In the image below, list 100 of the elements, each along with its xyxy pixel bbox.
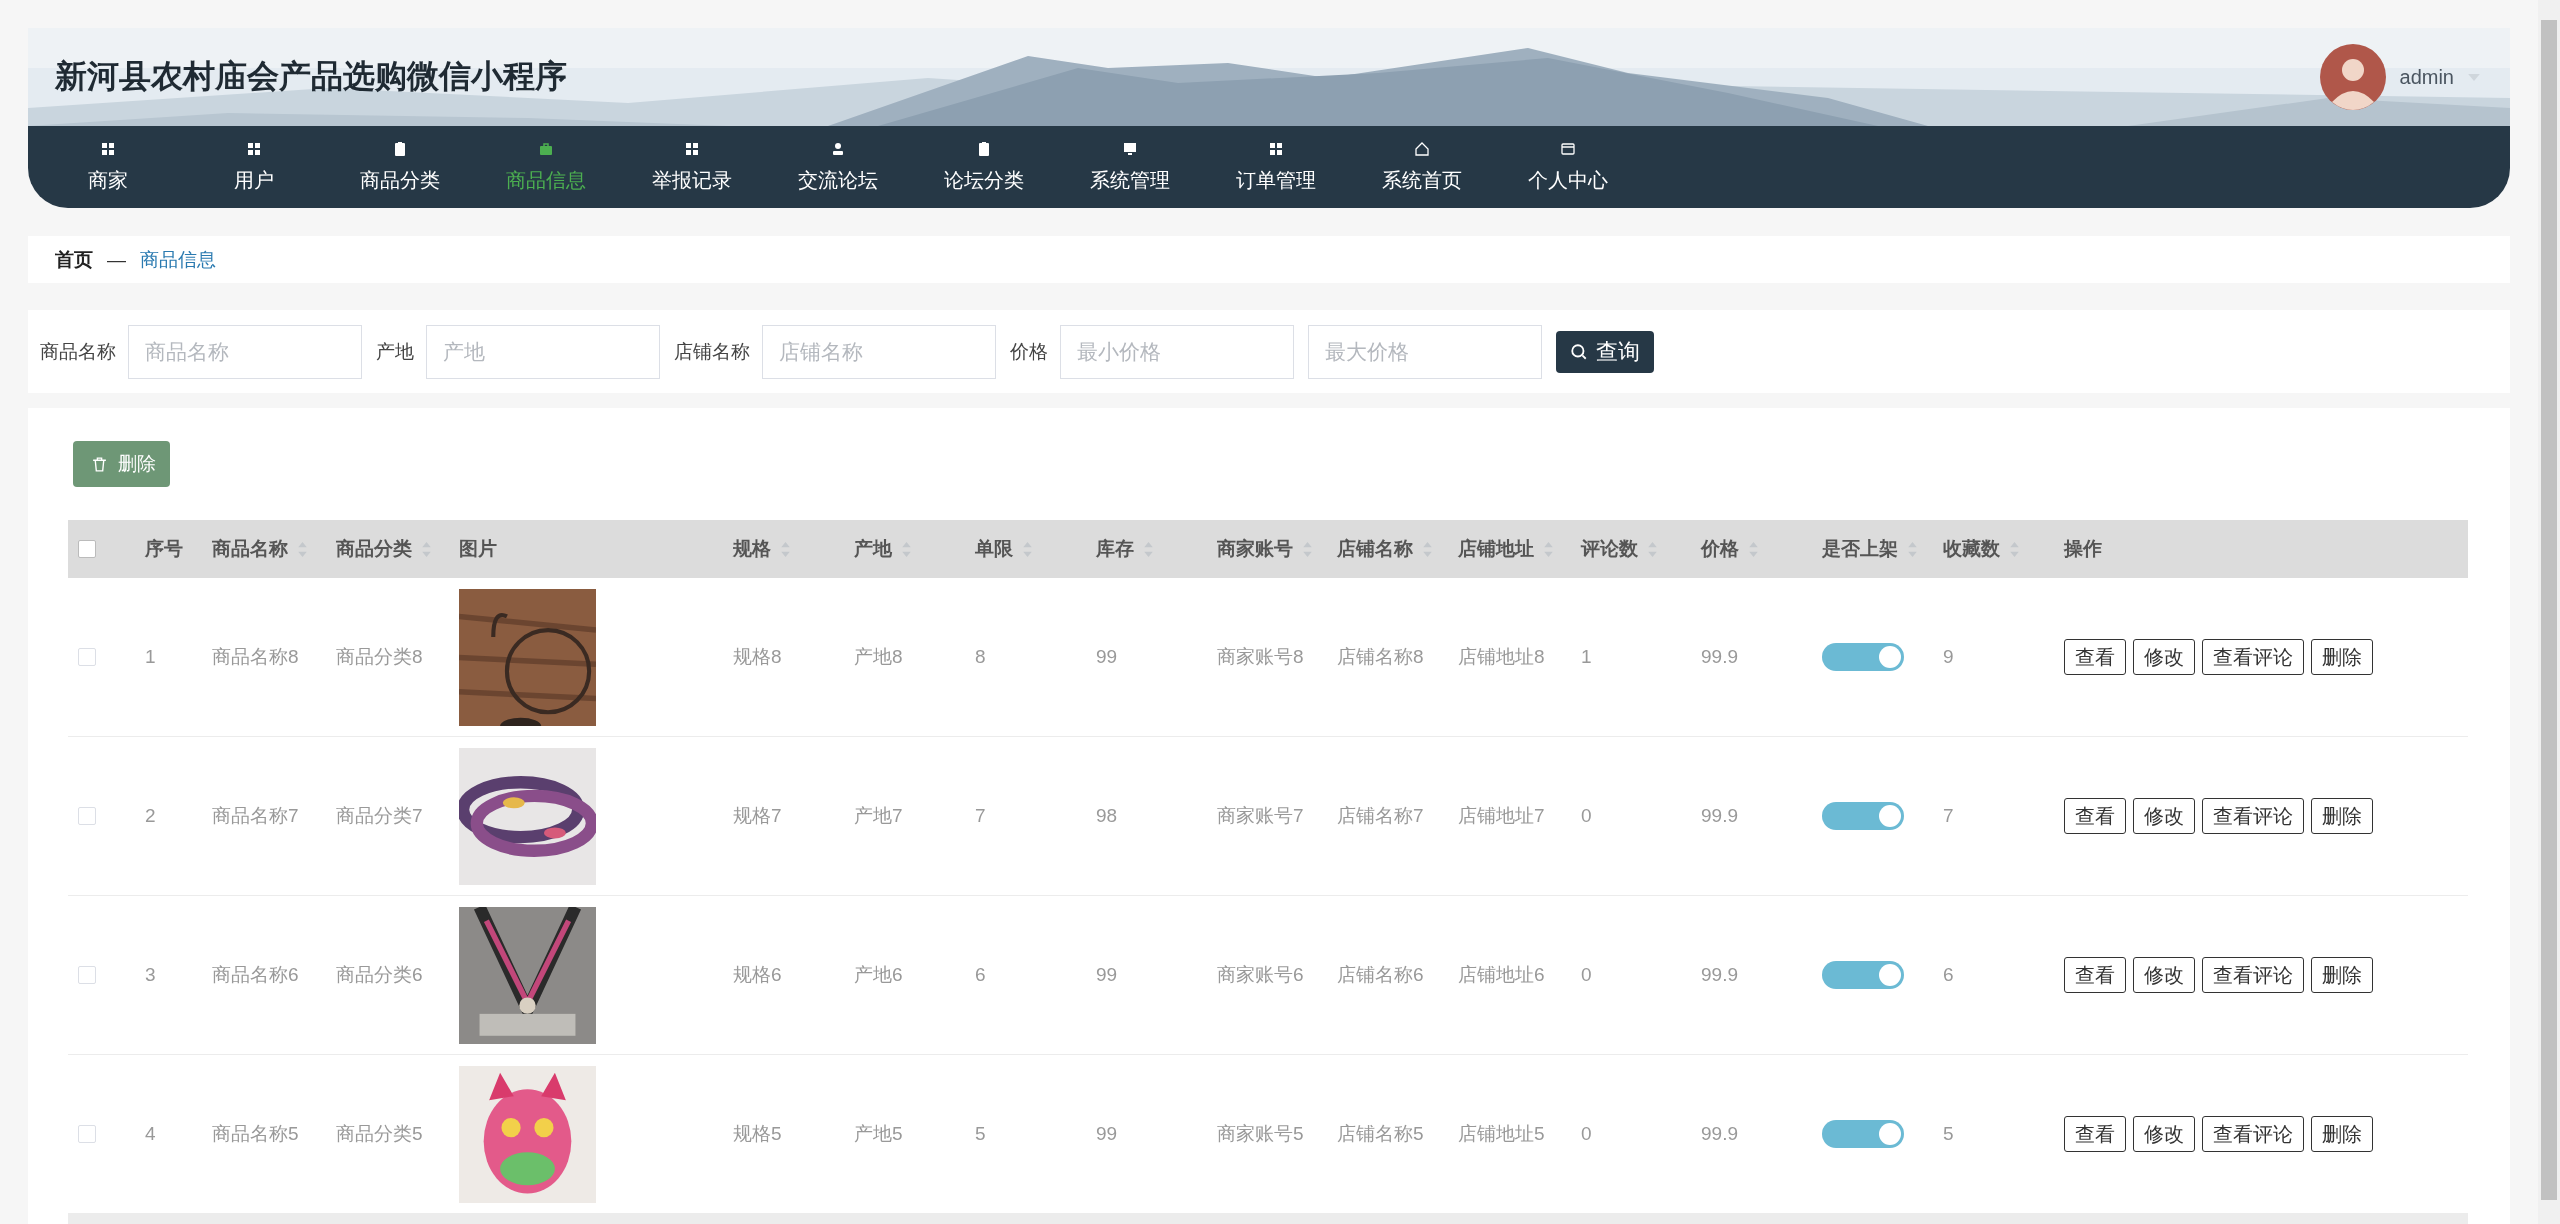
sort-icon[interactable] [298, 541, 307, 557]
row-checkbox[interactable] [78, 966, 96, 984]
edit-button[interactable]: 修改 [2133, 1116, 2195, 1152]
sort-icon[interactable] [1908, 541, 1917, 557]
sort-icon[interactable] [1648, 541, 1657, 557]
nav-tab[interactable]: 系统管理 [1057, 126, 1203, 208]
reviews-button[interactable]: 查看评论 [2202, 1116, 2304, 1152]
column-header: 操作 [2064, 537, 2102, 561]
column-header: 商品名称 [212, 537, 288, 561]
field-label: 价格 [1010, 339, 1048, 364]
card-icon [1560, 140, 1576, 157]
sort-icon[interactable] [1144, 541, 1153, 557]
sort-icon[interactable] [1023, 541, 1032, 557]
search-field[interactable]: 最小价格 [1060, 324, 1294, 379]
table-cell-text: 商品分类6 [336, 963, 423, 987]
nav-tab[interactable]: 论坛分类 [911, 126, 1057, 208]
sort-icon[interactable] [781, 541, 790, 557]
toggle-switch[interactable] [1822, 1120, 1904, 1148]
toggle-switch[interactable] [1822, 643, 1904, 671]
table-cell-text: 商品名称8 [212, 645, 299, 669]
nav-tab[interactable]: 商品信息 [473, 126, 619, 208]
column-header: 商家账号 [1217, 537, 1293, 561]
nav-tab[interactable]: 系统首页 [1349, 126, 1495, 208]
breadcrumb-separator: — [107, 248, 126, 271]
nav-tab[interactable]: 个人中心 [1495, 126, 1641, 208]
field-label: 产地 [376, 339, 414, 364]
table-cell-text: 店铺地址6 [1458, 963, 1545, 987]
table-cell: 5 [1943, 1123, 1954, 1145]
sort-icon[interactable] [1423, 541, 1432, 557]
username[interactable]: admin [2399, 65, 2454, 89]
table-cell-text: 商家账号5 [1217, 1122, 1304, 1146]
table-cell-text: 产地5 [854, 1122, 903, 1146]
avatar-icon[interactable] [2319, 44, 2386, 110]
column-header: 收藏数 [1943, 537, 2000, 561]
delete-button[interactable]: 删除 [2311, 1116, 2373, 1152]
sort-icon[interactable] [422, 541, 431, 557]
view-button[interactable]: 查看 [2064, 798, 2126, 834]
field-label: 商品名称 [40, 339, 116, 364]
nav-tab[interactable]: 交流论坛 [765, 126, 911, 208]
search-field[interactable]: 商品名称 [128, 324, 362, 379]
search-button[interactable]: 查询 [1556, 330, 1654, 373]
nav-tab[interactable]: 商家 [35, 126, 181, 208]
sort-icon[interactable] [1544, 541, 1553, 557]
search-icon [1570, 342, 1588, 361]
table-cell: 1 [145, 646, 156, 668]
sort-icon[interactable] [1303, 541, 1312, 557]
edit-button[interactable]: 修改 [2133, 957, 2195, 993]
reviews-button[interactable]: 查看评论 [2202, 639, 2304, 675]
toggle-switch[interactable] [1822, 802, 1904, 830]
table-cell: 0 [1581, 805, 1592, 827]
table-cell-text: 店铺名称7 [1337, 804, 1424, 828]
edit-button[interactable]: 修改 [2133, 639, 2195, 675]
column-header: 规格 [733, 537, 771, 561]
reviews-button[interactable]: 查看评论 [2202, 798, 2304, 834]
nav-tab[interactable]: 订单管理 [1203, 126, 1349, 208]
scrollbar[interactable] [2538, 0, 2560, 1224]
delete-button[interactable]: 删除 [2311, 798, 2373, 834]
delete-button[interactable]: 删除 [2311, 957, 2373, 993]
table-cell: 98 [1096, 805, 1118, 827]
sort-icon[interactable] [902, 541, 911, 557]
nav-tab[interactable]: 举报记录 [619, 126, 765, 208]
grid-icon [100, 140, 116, 157]
table-cell-text: 规格7 [733, 804, 782, 828]
toggle-switch[interactable] [1822, 961, 1904, 989]
reviews-button[interactable]: 查看评论 [2202, 957, 2304, 993]
table-cell-text: 商品分类5 [336, 1122, 423, 1146]
table-cell: 99.9 [1701, 964, 1738, 986]
sort-icon[interactable] [1749, 541, 1758, 557]
table-cell: 6 [1943, 964, 1954, 986]
table-cell: 5 [975, 1123, 986, 1145]
search-field[interactable]: 店铺名称 [762, 324, 996, 379]
table-cell: 4 [145, 1123, 156, 1145]
table-cell: 99 [1096, 964, 1118, 986]
table-cell: 0 [1581, 964, 1592, 986]
table-cell: 1 [1581, 646, 1592, 668]
search-field[interactable]: 最大价格 [1308, 324, 1542, 379]
person-icon [830, 140, 846, 157]
row-checkbox[interactable] [78, 1125, 96, 1143]
table-cell-text: 产地8 [854, 645, 903, 669]
nav-tab[interactable]: 用户 [181, 126, 327, 208]
delete-button[interactable]: 删除 [2311, 639, 2373, 675]
table-cell: 99.9 [1701, 1123, 1738, 1145]
sort-icon[interactable] [2010, 541, 2019, 557]
column-header: 序号 [145, 537, 183, 561]
breadcrumb-link[interactable]: 首页 [55, 246, 93, 273]
table-cell: 6 [975, 964, 986, 986]
view-button[interactable]: 查看 [2064, 1116, 2126, 1152]
nav-tab[interactable]: 商品分类 [327, 126, 473, 208]
row-checkbox[interactable] [78, 648, 96, 666]
app-title: 新河县农村庙会产品选购微信小程序 [55, 57, 567, 96]
grid-icon [684, 140, 700, 157]
table-cell-text: 店铺地址7 [1458, 804, 1545, 828]
view-button[interactable]: 查看 [2064, 639, 2126, 675]
edit-button[interactable]: 修改 [2133, 798, 2195, 834]
view-button[interactable]: 查看 [2064, 957, 2126, 993]
search-field[interactable]: 产地 [426, 324, 660, 379]
row-checkbox[interactable] [78, 807, 96, 825]
table-cell-text: 商家账号6 [1217, 963, 1304, 987]
table-cell: 99.9 [1701, 805, 1738, 827]
select-all-checkbox[interactable] [78, 540, 96, 558]
